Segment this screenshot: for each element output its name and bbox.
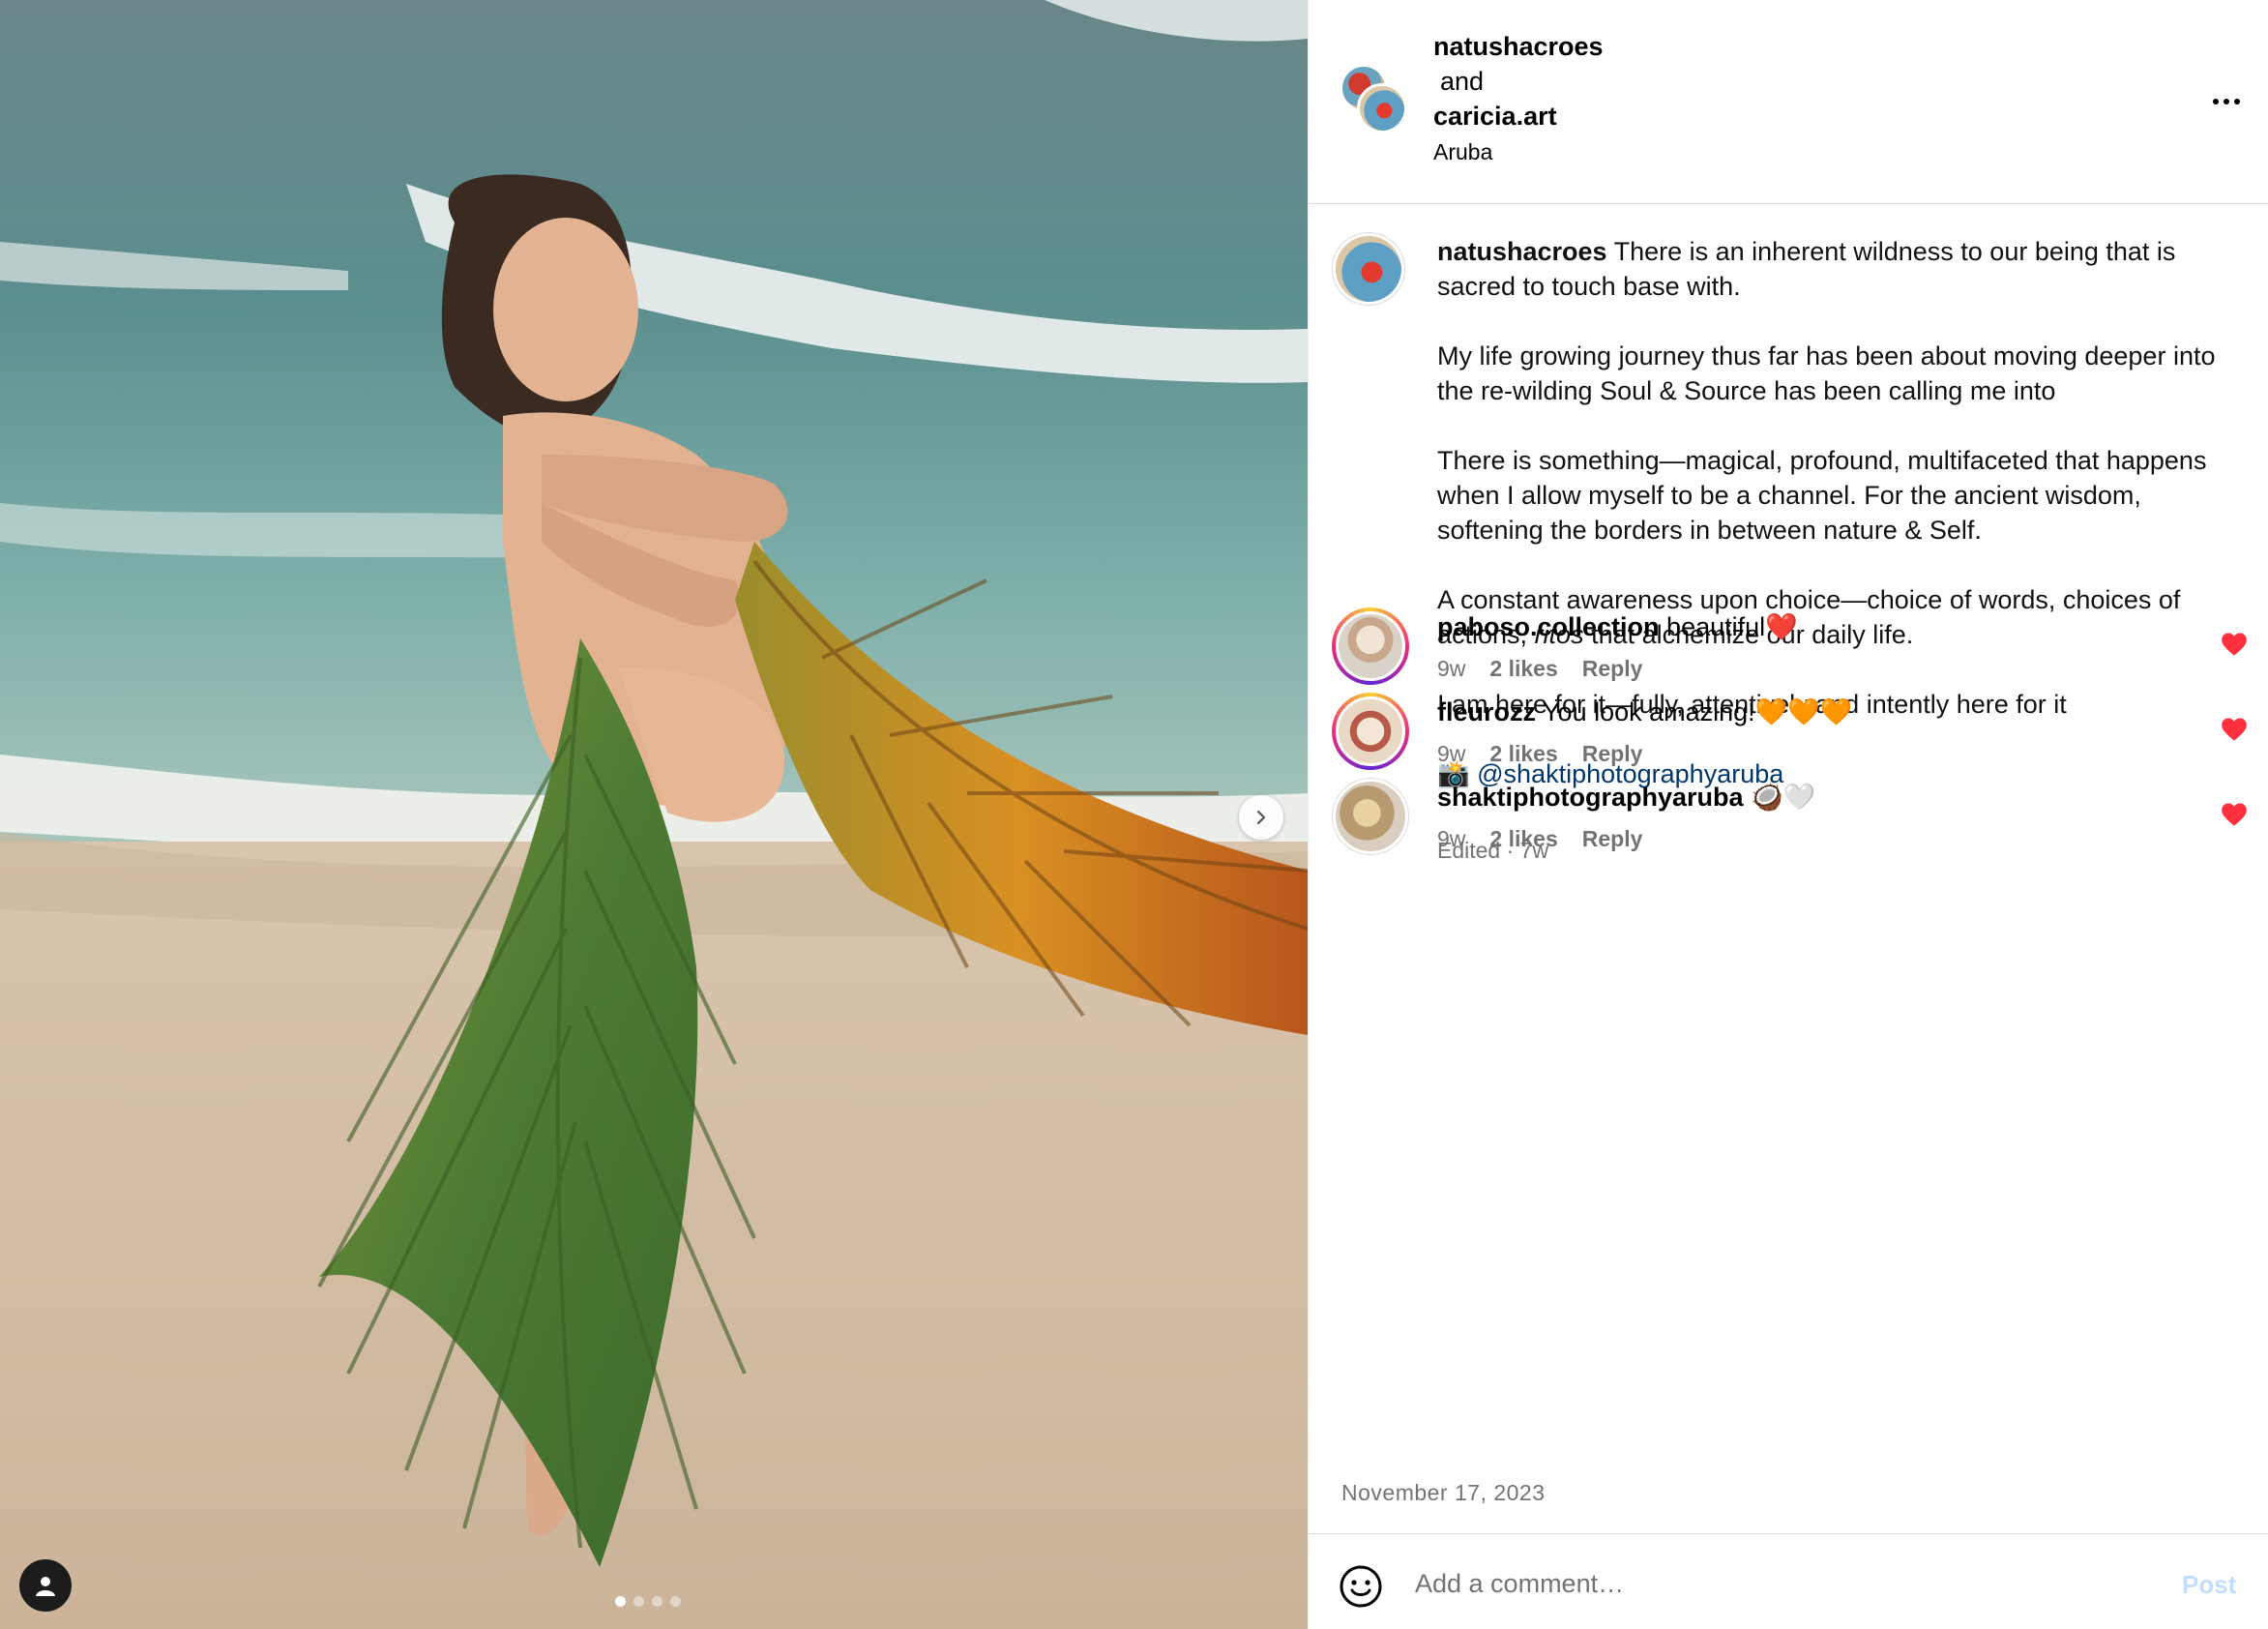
comment-age: 9w <box>1437 656 1466 681</box>
comment-input[interactable] <box>1415 1557 2111 1610</box>
more-dot <box>2234 99 2240 104</box>
comment-composer: Post <box>1309 1533 2268 1629</box>
heart-filled-icon[interactable] <box>2221 717 2248 742</box>
heart-filled-icon[interactable] <box>2221 632 2248 657</box>
comment-meta: 9w 2 likes Reply <box>1437 826 1642 852</box>
carousel-dot <box>633 1596 644 1607</box>
avatar[interactable] <box>1357 83 1407 133</box>
avatar[interactable] <box>1332 778 1409 855</box>
chevron-right-icon <box>1256 810 1266 825</box>
collab-joiner: and <box>1440 67 1485 96</box>
comment-age: 9w <box>1437 741 1466 766</box>
more-dot <box>2224 99 2229 104</box>
carousel-indicator <box>615 1596 681 1607</box>
user-icon <box>36 1577 55 1596</box>
post-comment-button[interactable]: Post <box>2182 1570 2236 1600</box>
comment-meta: 9w 2 likes Reply <box>1437 656 1642 682</box>
comment-username[interactable]: fleurozz <box>1437 697 1536 726</box>
author-primary-link[interactable]: natushacroes <box>1433 29 1604 64</box>
comment-likes-link[interactable]: 2 likes <box>1489 826 1557 852</box>
post-date[interactable]: November 17, 2023 <box>1341 1480 1546 1506</box>
heart-filled-icon[interactable] <box>2221 802 2248 827</box>
comment-likes-link[interactable]: 2 likes <box>1489 656 1557 682</box>
caption-paragraph: My life growing journey thus far has bee… <box>1437 341 2216 405</box>
comment-username[interactable]: paboso.collection <box>1437 612 1660 641</box>
comment-text: fleurozz You look amazing!🧡🧡🧡 <box>1437 697 1853 726</box>
post-authors: natushacroes and caricia.art Aruba <box>1433 29 1604 169</box>
author-secondary-link[interactable]: caricia.art <box>1433 99 1604 133</box>
comment-likes-link[interactable]: 2 likes <box>1489 741 1557 767</box>
reply-button[interactable]: Reply <box>1582 741 1643 767</box>
comment-age: 9w <box>1437 826 1466 851</box>
caption-username[interactable]: natushacroes <box>1437 237 1607 266</box>
post-side-panel: natushacroes and caricia.art Aruba natus… <box>1308 0 2268 1629</box>
avatar[interactable] <box>1332 693 1409 770</box>
comment-text: shaktiphotographyaruba 🥥🤍 <box>1437 783 1816 812</box>
comment-text: paboso.collection beautiful❤️ <box>1437 612 1798 641</box>
emoji-icon[interactable] <box>1339 1564 1383 1609</box>
caption-paragraph: natushacroes There is an inherent wildne… <box>1437 237 2176 301</box>
carousel-dot-active <box>615 1596 626 1607</box>
more-horizontal-icon <box>2213 99 2219 104</box>
post-photo[interactable] <box>0 0 1308 1629</box>
collab-avatars[interactable] <box>1340 64 1409 133</box>
reply-button[interactable]: Reply <box>1582 656 1643 682</box>
post-header: natushacroes and caricia.art Aruba <box>1309 0 2268 204</box>
caption-paragraph: There is something—magical, profound, mu… <box>1437 446 2207 545</box>
comment-username[interactable]: shaktiphotographyaruba <box>1437 783 1744 812</box>
carousel-dot <box>652 1596 663 1607</box>
more-options-button[interactable] <box>2203 87 2250 116</box>
beach-photo-illustration <box>0 0 1308 1629</box>
comment: shaktiphotographyaruba 🥥🤍 9w 2 likes Rep… <box>1309 778 2268 894</box>
next-photo-button[interactable] <box>1239 795 1283 840</box>
location-link[interactable]: Aruba <box>1433 134 1604 169</box>
carousel-dot <box>670 1596 681 1607</box>
avatar[interactable] <box>1332 232 1405 306</box>
comment-meta: 9w 2 likes Reply <box>1437 741 1642 767</box>
tagged-users-button[interactable] <box>19 1559 72 1612</box>
avatar[interactable] <box>1332 607 1409 685</box>
reply-button[interactable]: Reply <box>1582 826 1643 852</box>
